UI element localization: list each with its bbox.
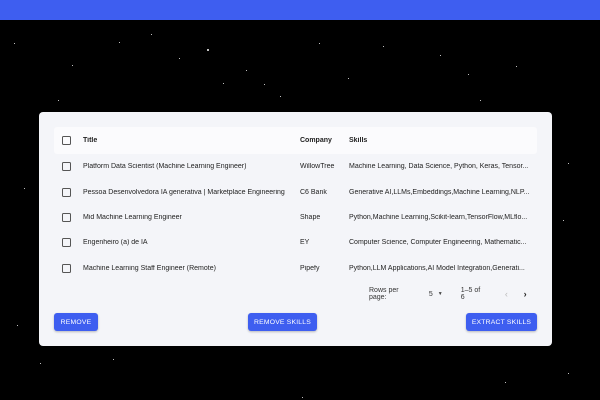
row-checkbox[interactable] — [62, 187, 71, 197]
row-checkbox[interactable] — [62, 162, 71, 172]
rows-per-page-select[interactable]: 5 ▼ — [429, 291, 443, 298]
row-company: EY — [300, 239, 310, 247]
row-title: Pessoa Desenvolvedora IA generativa | Ma… — [83, 188, 285, 196]
jobs-table: Title Company Skills Platform Data Scien… — [54, 127, 537, 281]
row-skills: Python,Machine Learning,Scikit-learn,Ten… — [349, 213, 528, 221]
row-checkbox[interactable] — [62, 263, 71, 273]
row-skills: Machine Learning, Data Science, Python, … — [349, 163, 529, 171]
extract-skills-button[interactable]: EXTRACT SKILLS — [466, 313, 537, 331]
row-company: Pipefy — [300, 264, 320, 272]
remove-skills-button[interactable]: REMOVE SKILLS — [248, 313, 317, 331]
table-row[interactable]: Platform Data Scientist (Machine Learnin… — [54, 154, 537, 179]
select-all-checkbox[interactable] — [62, 136, 71, 145]
jobs-panel: Title Company Skills Platform Data Scien… — [39, 112, 552, 346]
column-header-skills[interactable]: Skills — [349, 137, 535, 144]
pagination-range: 1–5 of 6 — [460, 287, 481, 301]
row-company: WillowTree — [300, 163, 335, 171]
table-row[interactable]: Mid Machine Learning Engineer Shape Pyth… — [54, 205, 537, 230]
table-pagination: Rows per page: 5 ▼ 1–5 of 6 ‹ › — [369, 287, 539, 301]
top-app-bar — [0, 0, 600, 20]
row-checkbox[interactable] — [62, 212, 71, 222]
column-header-company[interactable]: Company — [300, 137, 349, 144]
dropdown-caret-icon: ▼ — [437, 291, 443, 297]
rows-per-page-label: Rows per page: — [369, 287, 399, 301]
row-title: Machine Learning Staff Engineer (Remote) — [83, 264, 216, 272]
rows-per-page-value: 5 — [428, 290, 433, 298]
chevron-right-icon[interactable]: › — [520, 289, 530, 299]
row-company: C6 Bank — [300, 188, 327, 196]
row-title: Engenheiro (a) de IA — [83, 239, 148, 247]
row-checkbox[interactable] — [62, 238, 71, 248]
column-header-title[interactable]: Title — [83, 137, 300, 144]
remove-button[interactable]: REMOVE — [54, 313, 98, 331]
chevron-left-icon[interactable]: ‹ — [501, 289, 511, 299]
table-row[interactable]: Engenheiro (a) de IA EY Computer Science… — [54, 230, 537, 255]
table-row[interactable]: Machine Learning Staff Engineer (Remote)… — [54, 256, 537, 281]
row-skills: Generative AI,LLMs,Embeddings,Machine Le… — [349, 188, 530, 196]
row-title: Mid Machine Learning Engineer — [83, 213, 182, 221]
table-header: Title Company Skills — [54, 127, 537, 154]
row-title: Platform Data Scientist (Machine Learnin… — [83, 163, 247, 171]
row-skills: Python,LLM Applications,AI Model Integra… — [349, 264, 525, 272]
table-row[interactable]: Pessoa Desenvolvedora IA generativa | Ma… — [54, 179, 537, 204]
row-skills: Computer Science, Computer Engineering, … — [349, 239, 527, 247]
row-company: Shape — [300, 213, 321, 221]
